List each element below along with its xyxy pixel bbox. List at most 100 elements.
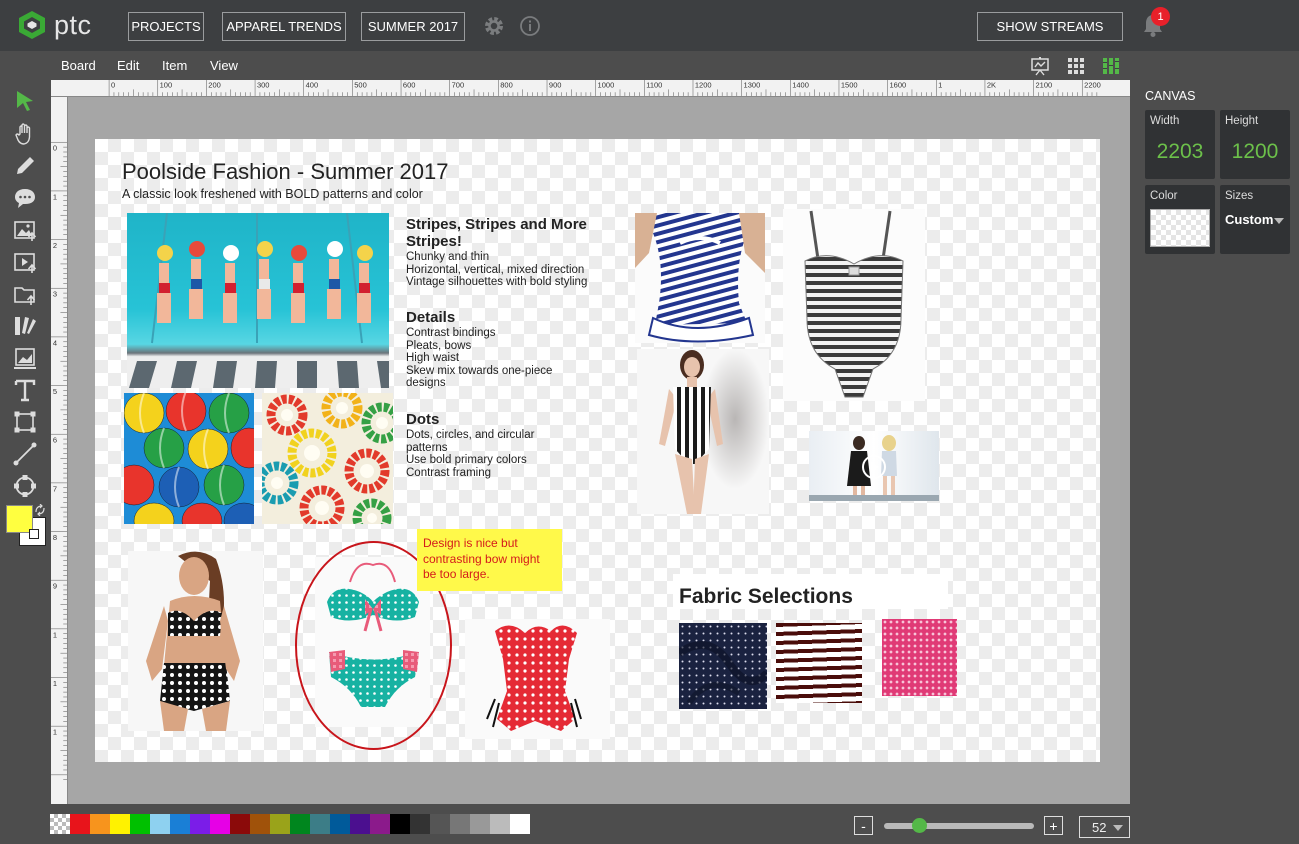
add-image-icon[interactable]	[12, 217, 38, 243]
model-polka-dot-bikini-image[interactable]	[128, 551, 263, 731]
palette-color[interactable]	[510, 814, 530, 834]
sizes-label: Sizes	[1225, 190, 1254, 202]
palette-color[interactable]	[110, 814, 130, 834]
menu-view[interactable]: View	[210, 58, 238, 73]
palette-color[interactable]	[170, 814, 190, 834]
play-icon[interactable]	[862, 455, 886, 479]
width-field[interactable]: Width 2203	[1145, 110, 1215, 179]
pink-dot-fabric-swatch[interactable]	[882, 619, 957, 696]
rectangle-icon[interactable]	[12, 409, 38, 435]
palette-color[interactable]	[150, 814, 170, 834]
palette-color[interactable]	[210, 814, 230, 834]
chevron-down-icon[interactable]	[1274, 218, 1284, 224]
text-icon[interactable]	[12, 377, 38, 403]
board-title[interactable]: Poolside Fashion - Summer 2017	[122, 159, 449, 185]
canvas-work-area[interactable]: Poolside Fashion - Summer 2017 A classic…	[68, 97, 1130, 804]
pool-swimmers-image[interactable]	[127, 213, 389, 388]
palette-color[interactable]	[250, 814, 270, 834]
striped-one-piece-swimsuit-image[interactable]	[783, 209, 925, 401]
zoom-slider[interactable]	[884, 823, 1034, 829]
stripes-text-block[interactable]: Stripes, Stripes and More Stripes! Chunk…	[406, 216, 596, 289]
ellipse-icon[interactable]	[12, 473, 38, 499]
palette-color[interactable]	[230, 814, 250, 834]
comment-icon[interactable]	[12, 185, 38, 211]
palette-color[interactable]	[270, 814, 290, 834]
ptc-logo[interactable]: ptc	[18, 9, 118, 41]
color-field[interactable]: Color	[1145, 185, 1215, 254]
add-video-icon[interactable]	[12, 249, 38, 275]
palette-color[interactable]	[130, 814, 150, 834]
gear-icon[interactable]	[483, 15, 505, 37]
canvas-color-swatch[interactable]	[1150, 209, 1210, 247]
zoom-out-button[interactable]: -	[854, 816, 873, 835]
stripes-line-2: Horizontal, vertical, mixed direction	[406, 263, 585, 276]
palette-color[interactable]	[470, 814, 490, 834]
swatches-icon[interactable]	[12, 313, 38, 339]
line-icon[interactable]	[12, 441, 38, 467]
palette-color[interactable]	[490, 814, 510, 834]
select-arrow-icon[interactable]	[12, 88, 38, 114]
palette-color[interactable]	[450, 814, 470, 834]
ruler-label: 600	[403, 81, 416, 90]
palette-color-transparent[interactable]	[50, 814, 70, 834]
presentation-view-icon[interactable]	[1030, 56, 1050, 76]
sizes-field[interactable]: Sizes Custom	[1220, 185, 1290, 254]
show-streams-button[interactable]: SHOW STREAMS	[977, 12, 1123, 41]
palette-color[interactable]	[390, 814, 410, 834]
brown-stripe-fabric-swatch[interactable]	[776, 623, 862, 703]
pencil-icon[interactable]	[12, 153, 38, 179]
palette-color[interactable]	[330, 814, 350, 834]
board-view-icon[interactable]	[1101, 56, 1121, 76]
add-folder-icon[interactable]	[12, 281, 38, 307]
striped-skirted-swimsuit-image[interactable]	[635, 213, 765, 343]
zoom-slider-thumb[interactable]	[912, 818, 927, 833]
breadcrumb-summer-2017[interactable]: SUMMER 2017	[361, 12, 465, 41]
mood-board-canvas[interactable]: Poolside Fashion - Summer 2017 A classic…	[95, 139, 1100, 762]
dots-text-block[interactable]: Dots Dots, circles, and circular pattern…	[406, 411, 546, 479]
palette-color[interactable]	[190, 814, 210, 834]
swap-colors-icon[interactable]	[34, 504, 46, 516]
menu-item[interactable]: Item	[162, 58, 187, 73]
zoom-level-select[interactable]: 52	[1079, 816, 1130, 838]
sizes-dropdown-value[interactable]: Custom	[1225, 212, 1273, 227]
board-image-icon[interactable]	[12, 345, 38, 371]
navy-dot-fabric-swatch[interactable]	[679, 623, 767, 709]
ruler-label: 1	[53, 630, 57, 639]
width-value[interactable]: 2203	[1145, 140, 1215, 164]
breadcrumb-projects[interactable]: PROJECTS	[128, 12, 204, 41]
breadcrumb-apparel-trends[interactable]: APPAREL TRENDS	[222, 12, 346, 41]
fabric-selections-title[interactable]: Fabric Selections	[673, 574, 948, 609]
palette-color[interactable]	[410, 814, 430, 834]
details-line-4: Skew mix towards one-piece designs	[406, 364, 553, 390]
mosaic-circles-pattern-image[interactable]	[262, 393, 393, 524]
height-value[interactable]: 1200	[1220, 140, 1290, 164]
default-colors-icon[interactable]	[29, 529, 39, 539]
zoom-in-button[interactable]: +	[1044, 816, 1063, 835]
details-text-block[interactable]: Details Contrast bindings Pleats, bows H…	[406, 309, 566, 390]
model-vertical-stripes-image[interactable]	[637, 349, 769, 514]
vertical-ruler[interactable]: 0 1 2 3 4 5 6 7 8 9 1 1 1	[51, 97, 68, 804]
hand-pan-icon[interactable]	[12, 121, 38, 147]
grid-view-icon[interactable]	[1066, 56, 1086, 76]
palette-color[interactable]	[350, 814, 370, 834]
video-thumbnail[interactable]	[809, 431, 939, 501]
palette-color[interactable]	[290, 814, 310, 834]
menu-board[interactable]: Board	[61, 58, 96, 73]
info-icon[interactable]	[519, 15, 541, 37]
horizontal-ruler[interactable]: 0 100 200 300 400 500 600 700 800 900 1000 1100 1200…	[51, 80, 1130, 97]
height-field[interactable]: Height 1200	[1220, 110, 1290, 179]
palette-color[interactable]	[370, 814, 390, 834]
menu-edit[interactable]: Edit	[117, 58, 139, 73]
palette-color[interactable]	[430, 814, 450, 834]
palette-color[interactable]	[90, 814, 110, 834]
beach-ball-pattern-image[interactable]	[124, 393, 254, 524]
palette-color[interactable]	[310, 814, 330, 834]
red-dot-swimsuit-image[interactable]	[465, 619, 610, 739]
ruler-label: 900	[549, 81, 562, 90]
ruler-label: 1500	[841, 81, 858, 90]
board-subtitle[interactable]: A classic look freshened with BOLD patte…	[122, 187, 423, 201]
palette-color[interactable]	[70, 814, 90, 834]
sticky-note[interactable]: Design is nice but contrasting bow might…	[417, 529, 562, 591]
ruler-label: 1400	[792, 81, 809, 90]
ruler-label: 5	[53, 387, 57, 396]
